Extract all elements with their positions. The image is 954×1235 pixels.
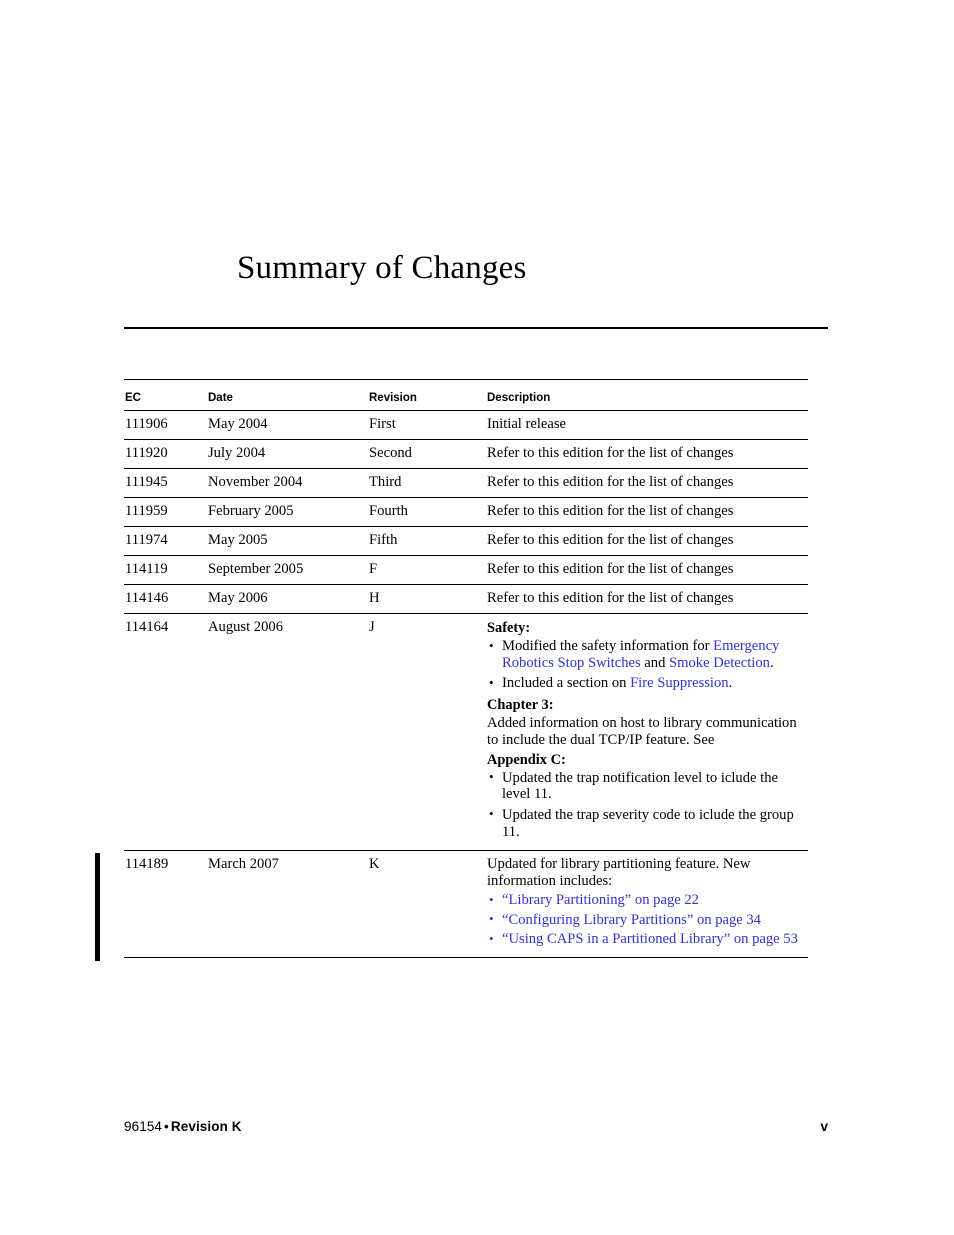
cell-ec: 111906 bbox=[124, 410, 208, 440]
bullet-text-segment: Modified the safety information for bbox=[502, 638, 714, 654]
column-header-description: Description bbox=[487, 379, 808, 411]
table-row: 114189 March 2007 K Updated for library … bbox=[124, 850, 808, 958]
cell-date: March 2007 bbox=[208, 850, 369, 958]
cell-date: May 2004 bbox=[208, 410, 369, 440]
cell-revision: Fourth bbox=[369, 497, 487, 527]
safety-heading: Safety: bbox=[487, 620, 531, 636]
cell-date: November 2004 bbox=[208, 468, 369, 498]
document-page: Summary of Changes EC Date Revision Desc… bbox=[0, 0, 954, 1235]
column-header-date: Date bbox=[208, 379, 369, 411]
cell-revision: Third bbox=[369, 468, 487, 498]
cell-ec: 111920 bbox=[124, 439, 208, 469]
cell-ec: 114146 bbox=[124, 584, 208, 614]
cell-revision: Second bbox=[369, 439, 487, 469]
list-item: Updated the trap notification level to i… bbox=[487, 769, 798, 803]
cell-description: Refer to this edition for the list of ch… bbox=[487, 526, 808, 556]
table-row: 114119 September 2005 F Refer to this ed… bbox=[124, 555, 808, 585]
partitioning-intro-paragraph: Updated for library partitioning feature… bbox=[487, 856, 751, 890]
table-row: 111974 May 2005 Fifth Refer to this edit… bbox=[124, 526, 808, 556]
table-row: 114146 May 2006 H Refer to this edition … bbox=[124, 584, 808, 614]
footer-document-number: 96154 bbox=[124, 1119, 163, 1134]
cell-ec: 114164 bbox=[124, 613, 208, 852]
cell-date: May 2006 bbox=[208, 584, 369, 614]
list-item: Included a section on Fire Suppression. bbox=[487, 675, 798, 692]
table-row: 114164 August 2006 J Safety: Modified th… bbox=[124, 613, 808, 852]
list-item: “Library Partitioning” on page 22 bbox=[487, 892, 798, 909]
cell-revision: Fifth bbox=[369, 526, 487, 556]
change-bar bbox=[95, 853, 100, 961]
cell-date: July 2004 bbox=[208, 439, 369, 469]
cell-date: September 2005 bbox=[208, 555, 369, 585]
cell-date: August 2006 bbox=[208, 613, 369, 852]
page-footer: 96154 • Revision K v bbox=[124, 1118, 828, 1136]
bullet-text-segment: . bbox=[769, 654, 774, 671]
footer-left: 96154 • Revision K bbox=[124, 1118, 242, 1136]
title-divider-rule bbox=[124, 327, 828, 329]
appendix-c-bullet-list: Updated the trap notification level to i… bbox=[487, 769, 798, 840]
bullet-text-segment: . bbox=[728, 675, 733, 692]
table-row: 111906 May 2004 First Initial release bbox=[124, 410, 808, 440]
cell-description: Safety: Modified the safety information … bbox=[487, 613, 808, 852]
footer-page-number: v bbox=[820, 1119, 828, 1134]
link-fire-suppression[interactable]: Fire Suppression bbox=[630, 675, 729, 691]
link-configuring-library-partitions[interactable]: “Configuring Library Partitions” on page… bbox=[502, 912, 761, 928]
cell-description: Refer to this edition for the list of ch… bbox=[487, 468, 808, 498]
cell-revision: K bbox=[369, 850, 487, 958]
cell-date: May 2005 bbox=[208, 526, 369, 556]
page-title: Summary of Changes bbox=[237, 250, 527, 286]
cell-ec: 111974 bbox=[124, 526, 208, 556]
cell-ec: 114189 bbox=[124, 850, 208, 958]
bullet-text-segment: Included a section on bbox=[502, 675, 631, 692]
cell-description: Refer to this edition for the list of ch… bbox=[487, 555, 808, 585]
cell-ec: 111945 bbox=[124, 468, 208, 498]
chapter-3-heading: Chapter 3: bbox=[487, 696, 554, 713]
partitioning-link-list: “Library Partitioning” on page 22 “Confi… bbox=[487, 892, 798, 948]
cell-revision: H bbox=[369, 584, 487, 614]
bullet-text-segment: and bbox=[640, 654, 670, 671]
cell-description: Refer to this edition for the list of ch… bbox=[487, 439, 808, 469]
footer-revision-label: Revision K bbox=[170, 1119, 242, 1134]
appendix-c-heading: Appendix C: bbox=[487, 751, 566, 768]
revision-history-table: EC Date Revision Description 111906 May … bbox=[124, 379, 808, 958]
table-row: 111959 February 2005 Fourth Refer to thi… bbox=[124, 497, 808, 527]
list-item: “Configuring Library Partitions” on page… bbox=[487, 911, 798, 929]
list-item: Updated the trap severity code to iclude… bbox=[487, 806, 798, 840]
footer-separator-bullet: • bbox=[164, 1119, 169, 1134]
cell-description: Refer to this edition for the list of ch… bbox=[487, 497, 808, 527]
cell-revision: First bbox=[369, 410, 487, 440]
cell-revision: F bbox=[369, 555, 487, 585]
table-row: 111945 November 2004 Third Refer to this… bbox=[124, 468, 808, 498]
cell-date: February 2005 bbox=[208, 497, 369, 527]
cell-description: Initial release bbox=[487, 410, 808, 440]
table-header-row: EC Date Revision Description bbox=[124, 379, 808, 411]
link-smoke-detection[interactable]: Smoke Detection bbox=[669, 655, 770, 671]
link-using-caps-in-a-partitioned-library[interactable]: “Using CAPS in a Partitioned Library” on… bbox=[502, 931, 798, 947]
cell-revision: J bbox=[369, 613, 487, 852]
list-item: Modified the safety information for Emer… bbox=[487, 637, 798, 671]
list-item: “Using CAPS in a Partitioned Library” on… bbox=[487, 931, 798, 948]
column-header-revision: Revision bbox=[369, 379, 487, 411]
cell-ec: 114119 bbox=[124, 555, 208, 585]
table-row: 111920 July 2004 Second Refer to this ed… bbox=[124, 439, 808, 469]
cell-ec: 111959 bbox=[124, 497, 208, 527]
safety-bullet-list: Modified the safety information for Emer… bbox=[487, 637, 798, 692]
chapter-3-paragraph: Added information on host to library com… bbox=[487, 714, 797, 748]
cell-description: Refer to this edition for the list of ch… bbox=[487, 584, 808, 614]
column-header-ec: EC bbox=[124, 379, 208, 411]
link-library-partitioning[interactable]: “Library Partitioning” on page 22 bbox=[502, 892, 699, 908]
cell-description: Updated for library partitioning feature… bbox=[487, 850, 808, 958]
